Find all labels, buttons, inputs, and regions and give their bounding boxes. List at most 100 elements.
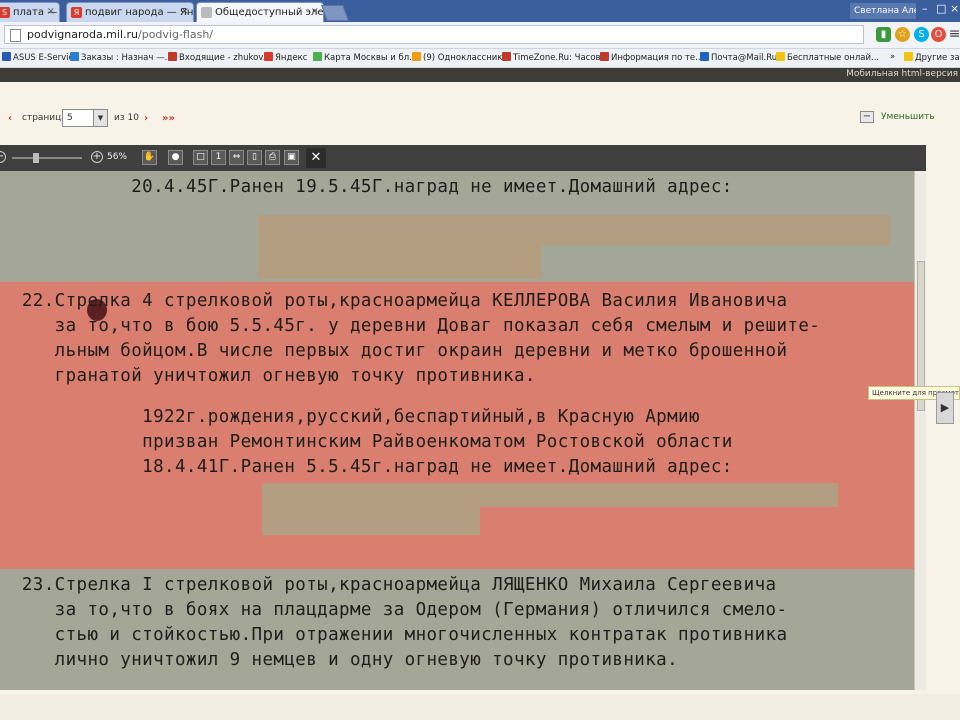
address-bar[interactable]: podvignaroda.mil.ru/podvig-flash/ bbox=[4, 25, 864, 44]
last-page-link[interactable]: »» bbox=[162, 113, 175, 124]
browser-tab-strip: S плата — репетит × Я подвиг народа — Ян… bbox=[0, 0, 960, 22]
extension-icon[interactable]: ▮ bbox=[876, 27, 891, 42]
site-top-bar: Мобильная html-версия bbox=[0, 68, 960, 82]
doc-line: гранатой уничтожил огневую точку противн… bbox=[0, 366, 536, 386]
mail-icon bbox=[700, 52, 709, 61]
vertical-scrollbar[interactable] bbox=[914, 171, 926, 690]
page-favicon-icon bbox=[201, 7, 212, 18]
zoom-plus-icon[interactable]: + bbox=[91, 151, 103, 163]
opera-icon[interactable]: O bbox=[931, 27, 946, 42]
mobile-version-link[interactable]: Мобильная html-версия bbox=[846, 69, 958, 79]
bookmark-item[interactable]: Карта Москвы и бл... bbox=[313, 52, 417, 63]
browser-tab[interactable]: S плата — репетит × bbox=[0, 2, 60, 22]
chevron-down-icon[interactable]: ▼ bbox=[93, 110, 107, 126]
redacted-address bbox=[262, 483, 838, 507]
maximize-icon[interactable]: □ bbox=[936, 2, 946, 15]
bookmark-label: Заказы : Назнач —... bbox=[81, 53, 173, 63]
document-viewer: − + 56% ✋ ● □ 1 ⇔ ▯ ⎙ ▣ ✕ 20.4.45Г.Ранен… bbox=[0, 145, 926, 690]
bookmark-label: Карта Москвы и бл... bbox=[324, 53, 418, 63]
hand-tool-icon[interactable]: ✋ bbox=[142, 150, 157, 165]
zoom-level: 56% bbox=[107, 152, 128, 162]
bookmark-item[interactable]: ASUS E-Service bbox=[2, 52, 78, 63]
page-select[interactable]: 5 ▼ bbox=[62, 109, 108, 127]
profile-name[interactable]: Светлана Алекс... bbox=[850, 3, 916, 19]
bookmark-item[interactable]: (9) Одноклассники bbox=[412, 52, 508, 63]
odnoklassniki-icon bbox=[412, 52, 421, 61]
actual-size-icon[interactable]: 1 bbox=[211, 150, 226, 165]
page-select-value: 5 bbox=[67, 113, 73, 123]
close-window-icon[interactable]: × bbox=[950, 2, 959, 15]
bookmark-item[interactable]: Заказы : Назнач —... bbox=[70, 52, 173, 63]
other-bookmarks[interactable]: Другие закладки bbox=[904, 52, 960, 63]
bookmark-label: (9) Одноклассники bbox=[423, 53, 508, 63]
bookmark-label: Другие закладки bbox=[915, 53, 960, 63]
redacted-address bbox=[258, 245, 542, 279]
page-count: из 10 bbox=[114, 113, 139, 123]
close-viewer-button[interactable]: ✕ bbox=[306, 148, 326, 168]
zoom-slider[interactable] bbox=[12, 157, 82, 159]
bookmark-label: Бесплатные онлай... bbox=[787, 53, 880, 63]
bookmark-item[interactable]: TimeZone.Ru: Часов... bbox=[502, 52, 609, 63]
bookmark-label: Яндекс bbox=[275, 53, 308, 63]
close-tab-icon[interactable]: × bbox=[47, 6, 55, 17]
menu-icon[interactable]: ≡ bbox=[947, 27, 960, 42]
prev-page-button[interactable]: ‹ bbox=[8, 113, 12, 124]
page-footer bbox=[0, 694, 960, 720]
doc-line: призван Ремонтинским Райвоенкоматом Рост… bbox=[0, 432, 733, 452]
browser-tab[interactable]: Я подвиг народа — Яндекс × bbox=[66, 2, 194, 22]
pager-label: страница bbox=[22, 113, 67, 123]
doc-line: за то,что в боях на плацдарме за Одером … bbox=[0, 600, 788, 620]
address-host: podvignaroda.mil.ru bbox=[27, 28, 139, 41]
skype-icon[interactable]: S bbox=[914, 27, 929, 42]
star-icon[interactable]: ☆ bbox=[895, 27, 910, 42]
folder-icon bbox=[904, 52, 913, 61]
fit-width-icon[interactable]: ⇔ bbox=[229, 150, 244, 165]
bookmark-icon bbox=[2, 52, 11, 61]
new-tab-button[interactable] bbox=[321, 5, 349, 21]
next-page-link[interactable]: › bbox=[144, 113, 148, 124]
bookmark-item[interactable]: Бесплатные онлай... bbox=[776, 52, 879, 63]
doc-line: за то,что в бою 5.5.45г. у деревни Доваг… bbox=[0, 316, 821, 336]
doc-line: лично уничтожил 9 немцев и одну огневую … bbox=[0, 650, 679, 670]
redacted-address bbox=[258, 215, 890, 245]
bookmark-label: TimeZone.Ru: Часов... bbox=[513, 53, 609, 63]
gmail-icon bbox=[168, 52, 177, 61]
minimize-icon[interactable]: – bbox=[922, 2, 928, 15]
yandex-favicon-icon: Я bbox=[71, 7, 82, 18]
bookmark-item[interactable]: Информация по те... bbox=[600, 52, 703, 63]
bookmark-label: Почта@Mail.Ru bbox=[711, 53, 778, 63]
zoom-out-label: Уменьшить bbox=[881, 112, 935, 122]
zoom-minus-icon[interactable]: − bbox=[0, 151, 6, 163]
doc-line: 22.Стрелка 4 стрелковой роты,красноармей… bbox=[0, 291, 788, 311]
bookmark-item[interactable]: Яндекс bbox=[264, 52, 307, 63]
address-path: /podvig-flash/ bbox=[138, 28, 214, 41]
fit-page-icon[interactable]: □ bbox=[193, 150, 208, 165]
timezone-icon bbox=[502, 52, 511, 61]
bookmarks-overflow-button[interactable]: » bbox=[890, 52, 895, 62]
close-tab-icon[interactable]: × bbox=[311, 6, 319, 17]
minus-icon: − bbox=[860, 111, 874, 123]
save-icon[interactable]: ▣ bbox=[284, 150, 299, 165]
tab-favicon-icon: S bbox=[0, 7, 10, 18]
bookmark-icon bbox=[70, 52, 79, 61]
bookmark-label: ASUS E-Service bbox=[13, 53, 79, 63]
doc-line: 1922г.рождения,русский,беспартийный,в Кр… bbox=[0, 407, 700, 427]
doc-line: 23.Стрелка I стрелковой роты,красноармей… bbox=[0, 575, 777, 595]
bookmark-item[interactable]: Почта@Mail.Ru bbox=[700, 52, 777, 63]
doc-line: 18.4.41Г.Ранен 5.5.45г.наград не имеет.Д… bbox=[0, 457, 733, 477]
select-tool-icon[interactable]: ● bbox=[168, 150, 183, 165]
bookmark-label: Информация по те... bbox=[611, 53, 704, 63]
map-icon bbox=[313, 52, 322, 61]
browser-tab-active[interactable]: Общедоступный электрон × bbox=[196, 2, 324, 22]
next-page-button[interactable]: ▶ bbox=[936, 392, 954, 424]
print-icon[interactable]: ⎙ bbox=[265, 150, 280, 165]
info-icon bbox=[600, 52, 609, 61]
bookmarks-bar: ASUS E-Service Заказы : Назнач —... Вход… bbox=[0, 49, 960, 68]
bookmark-item[interactable]: Входящие - zhukov... bbox=[168, 52, 271, 63]
two-page-icon[interactable]: ▯ bbox=[247, 150, 262, 165]
doc-line: льным бойцом.В числе первых достиг окраи… bbox=[0, 341, 788, 361]
bookmark-label: Входящие - zhukov... bbox=[179, 53, 271, 63]
close-tab-icon[interactable]: × bbox=[181, 6, 189, 17]
zoom-slider-handle[interactable] bbox=[33, 153, 39, 163]
document-scan: 20.4.45Г.Ранен 19.5.45Г.наград не имеет.… bbox=[0, 171, 914, 690]
